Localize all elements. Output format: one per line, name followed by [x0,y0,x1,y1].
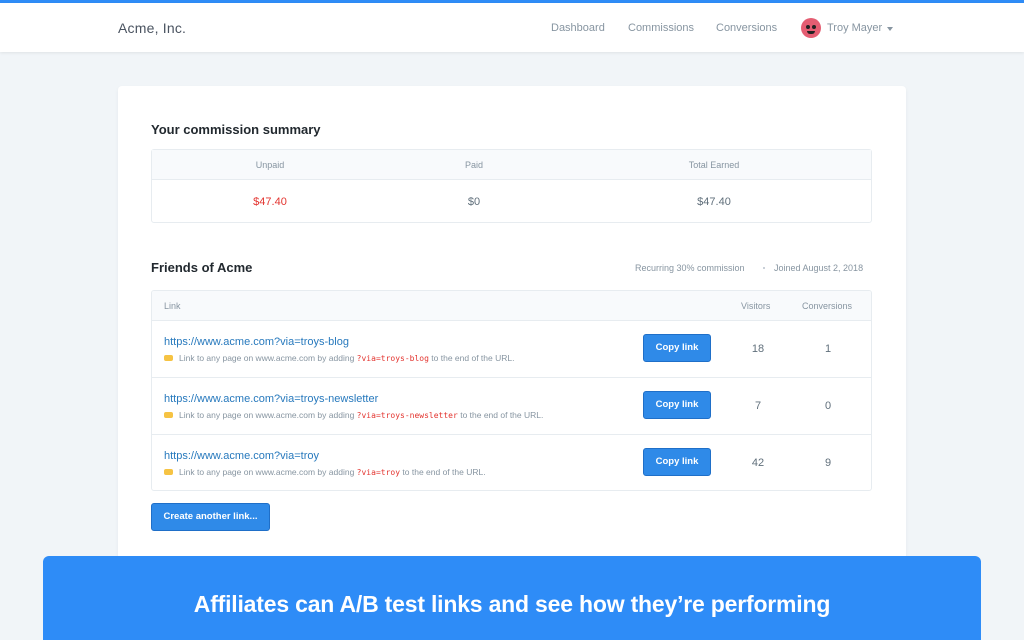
commission-rate: Recurring 30% commission [635,263,745,273]
link-hint: Link to any page on www.acme.com by addi… [164,410,543,420]
visitors-count: 42 [751,457,765,469]
hint-param: ?via=troy [356,468,401,477]
copy-link-button[interactable]: Copy link [643,448,711,476]
create-link-button[interactable]: Create another link... [151,503,270,531]
pointing-hand-icon [164,469,173,475]
links-header-link: Link [164,301,181,311]
feature-banner: Affiliates can A/B test links and see ho… [43,556,981,640]
user-menu-name[interactable]: Troy Mayer [827,22,882,34]
top-navbar: Acme, Inc. Dashboard Commissions Convers… [0,3,1024,52]
summary-paid-value: $0 [467,196,481,208]
summary-title: Your commission summary [151,122,321,137]
conversions-count: 0 [824,400,832,412]
visitors-count: 7 [754,400,762,412]
copy-link-button[interactable]: Copy link [643,334,711,362]
avatar-eye [806,25,810,29]
commission-summary-table: Unpaid Paid Total Earned $47.40 $0 $47.4… [151,149,872,223]
table-row: https://www.acme.com?via=troys-newslette… [152,378,871,435]
link-hint: Link to any page on www.acme.com by addi… [164,353,514,363]
table-row: https://www.acme.com?via=troy Link to an… [152,435,871,490]
chevron-down-icon[interactable] [887,27,893,31]
links-header-visitors: Visitors [741,301,771,311]
referral-link[interactable]: https://www.acme.com?via=troys-blog [164,336,349,348]
summary-header-unpaid: Unpaid [255,160,285,170]
nav-conversions[interactable]: Conversions [716,22,777,34]
summary-unpaid-value: $47.40 [253,196,287,208]
hint-suffix: to the end of the URL. [402,467,486,477]
summary-header-row: Unpaid Paid Total Earned [152,150,871,180]
avatar-mouth [807,31,815,34]
table-row: https://www.acme.com?via=troys-blog Link… [152,321,871,378]
summary-total-value: $47.40 [697,196,731,208]
pointing-hand-icon [164,412,173,418]
pointing-hand-icon [164,355,173,361]
link-hint: Link to any page on www.acme.com by addi… [164,467,486,477]
links-table: Link Visitors Conversions https://www.ac… [151,290,872,491]
copy-link-button[interactable]: Copy link [643,391,711,419]
summary-header-total: Total Earned [688,160,740,170]
program-title: Friends of Acme [151,260,253,275]
referral-link[interactable]: https://www.acme.com?via=troys-newslette… [164,393,378,405]
hint-param: ?via=troys-newsletter [356,411,458,420]
user-avatar[interactable] [801,18,821,38]
hint-prefix: Link to any page on www.acme.com by addi… [179,410,355,420]
separator-dot [763,267,765,269]
hint-param: ?via=troys-blog [356,354,429,363]
joined-date: Joined August 2, 2018 [774,263,864,273]
nav-dashboard[interactable]: Dashboard [551,22,605,34]
referral-link[interactable]: https://www.acme.com?via=troy [164,450,319,462]
hint-suffix: to the end of the URL. [431,353,515,363]
hint-prefix: Link to any page on www.acme.com by addi… [179,467,355,477]
links-header-row: Link Visitors Conversions [152,291,871,321]
links-header-conversions: Conversions [802,301,853,311]
visitors-count: 18 [751,343,765,355]
hint-suffix: to the end of the URL. [460,410,544,420]
conversions-count: 9 [824,457,832,469]
nav-commissions[interactable]: Commissions [628,22,694,34]
banner-caption: Affiliates can A/B test links and see ho… [193,591,831,617]
brand-name[interactable]: Acme, Inc. [118,20,186,36]
conversions-count: 1 [824,343,832,355]
summary-header-paid: Paid [464,160,483,170]
hint-prefix: Link to any page on www.acme.com by addi… [179,353,355,363]
avatar-eye [812,25,816,29]
